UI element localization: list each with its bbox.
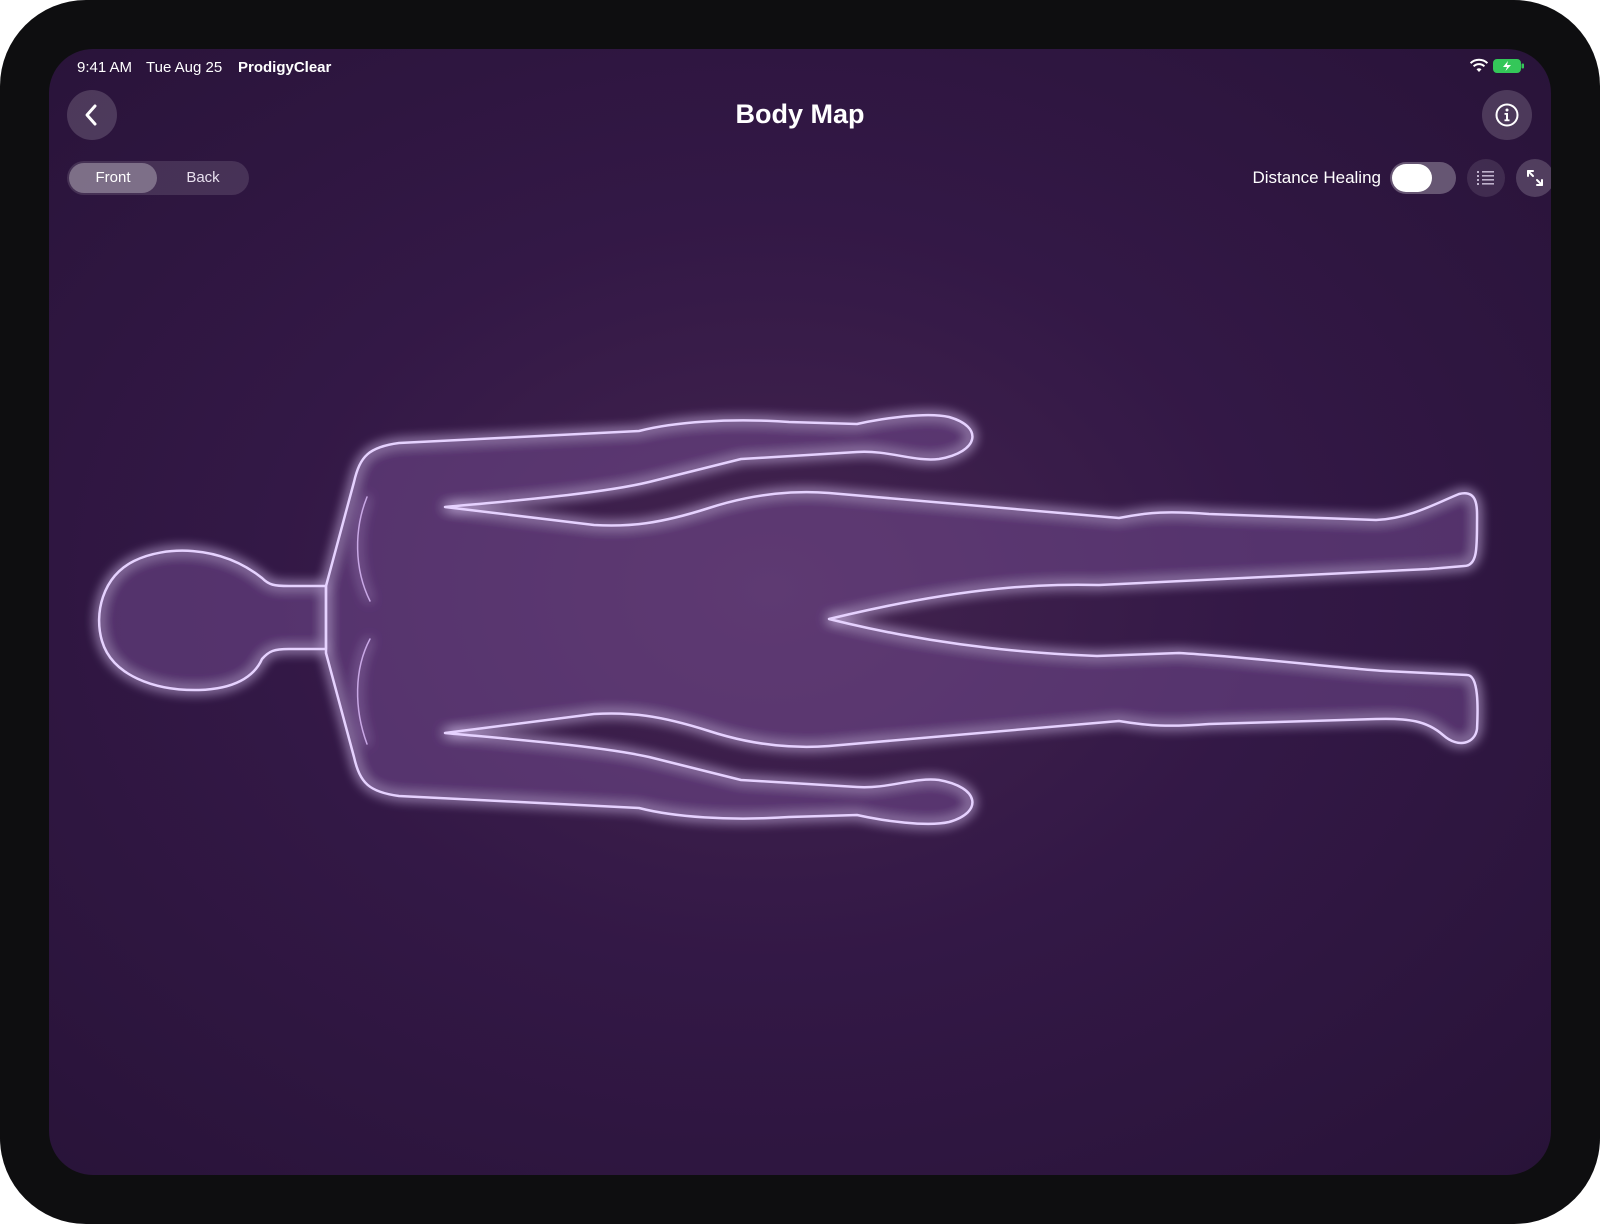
list-button[interactable]	[1467, 159, 1505, 197]
segment-front[interactable]: Front	[69, 163, 157, 193]
info-circle-icon	[1495, 103, 1519, 127]
front-back-segmented-control: Front Back	[67, 161, 249, 195]
distance-healing-toggle[interactable]	[1390, 162, 1456, 194]
segment-back[interactable]: Back	[159, 163, 247, 193]
info-button[interactable]	[1482, 90, 1532, 140]
battery-icon	[1493, 59, 1524, 73]
expand-button[interactable]	[1516, 159, 1551, 197]
expand-arrows-icon	[1527, 170, 1543, 186]
status-date: Tue Aug 25	[146, 59, 223, 76]
status-time: 9:41 AM	[77, 59, 133, 76]
status-app-name: ProdigyClear	[238, 59, 332, 76]
toggle-knob	[1392, 164, 1432, 192]
page-title: Body Map	[735, 99, 865, 129]
navigation-bar: Body Map	[49, 87, 1551, 147]
body-torso-legs	[324, 413, 1479, 826]
tablet-frame: 9:41 AM Tue Aug 25 ProdigyClear Body Map	[0, 0, 1600, 1224]
status-bar: 9:41 AM Tue Aug 25 ProdigyClear	[49, 49, 1551, 85]
body-head	[97, 549, 328, 692]
list-icon	[1477, 171, 1494, 185]
app-screen: 9:41 AM Tue Aug 25 ProdigyClear Body Map	[49, 49, 1551, 1175]
body-map[interactable]	[49, 49, 1551, 1175]
distance-healing-label: Distance Healing	[1252, 168, 1381, 187]
wifi-icon	[1469, 58, 1489, 72]
